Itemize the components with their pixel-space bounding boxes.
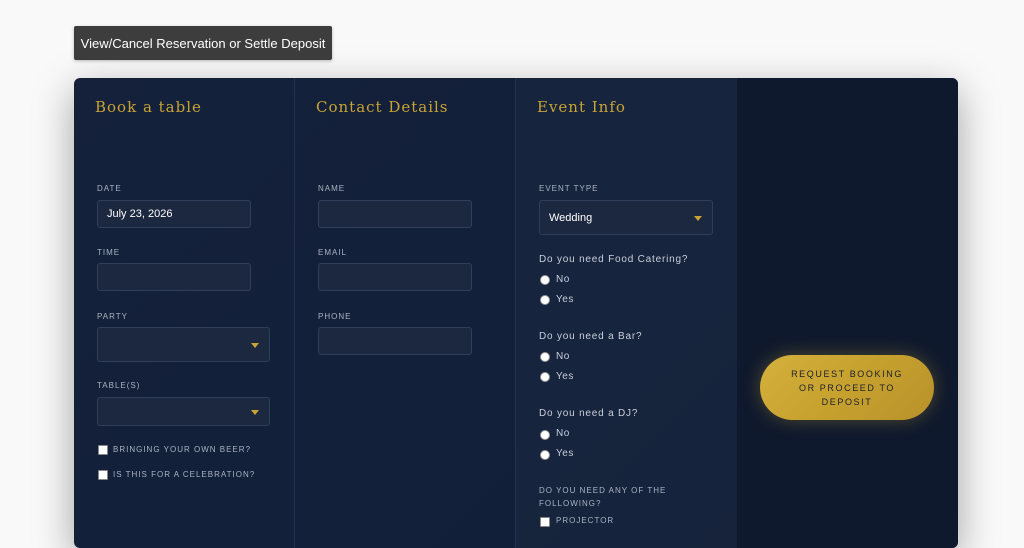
request-booking-button[interactable]: REQUEST BOOKING OR PROCEED TO DEPOSIT: [760, 355, 934, 420]
tables-label: TABLE(S): [97, 381, 141, 390]
projector-label: PROJECTOR: [556, 516, 615, 525]
catering-yes-radio[interactable]: [540, 295, 550, 305]
celebration-checkbox[interactable]: [98, 470, 108, 480]
chevron-down-icon: [694, 215, 702, 221]
catering-question: Do you need Food Catering?: [539, 254, 689, 265]
event-info-title: Event Info: [537, 98, 626, 116]
bar-yes-label: Yes: [556, 371, 574, 382]
chevron-down-icon: [251, 409, 259, 415]
event-type-select[interactable]: Wedding: [539, 200, 713, 235]
chevron-down-icon: [251, 342, 259, 348]
date-label: DATE: [97, 184, 122, 193]
bar-yes-radio[interactable]: [540, 372, 550, 382]
catering-no-label: No: [556, 274, 570, 285]
email-input[interactable]: [318, 263, 472, 291]
book-table-title: Book a table: [95, 98, 202, 116]
bar-no-radio[interactable]: [540, 352, 550, 362]
bar-no-label: No: [556, 351, 570, 362]
name-input[interactable]: [318, 200, 472, 228]
event-type-value: Wedding: [549, 211, 593, 224]
book-table-section: Book a table DATE July 23, 2026 TIME PAR…: [74, 78, 294, 548]
byob-checkbox[interactable]: [98, 445, 108, 455]
email-label: EMAIL: [318, 248, 348, 257]
catering-no-radio[interactable]: [540, 275, 550, 285]
date-input[interactable]: July 23, 2026: [97, 200, 251, 228]
catering-yes-label: Yes: [556, 294, 574, 305]
celebration-label: IS THIS FOR A CELEBRATION?: [113, 470, 256, 479]
contact-details-title: Contact Details: [316, 98, 449, 116]
contact-details-section: Contact Details NAME EMAIL PHONE: [294, 78, 516, 548]
event-type-label: EVENT TYPE: [539, 184, 599, 193]
byob-label: BRINGING YOUR OWN BEER?: [113, 445, 251, 454]
dj-no-radio[interactable]: [540, 430, 550, 440]
booking-panel: Book a table DATE July 23, 2026 TIME PAR…: [74, 78, 958, 548]
party-label: PARTY: [97, 312, 128, 321]
request-booking-label: REQUEST BOOKING OR PROCEED TO DEPOSIT: [791, 368, 903, 407]
name-label: NAME: [318, 184, 346, 193]
time-label: TIME: [97, 248, 121, 257]
following-question: DO YOU NEED ANY OF THE FOLLOWING?: [539, 486, 667, 508]
time-input[interactable]: [97, 263, 251, 291]
projector-checkbox[interactable]: [540, 517, 550, 527]
phone-label: PHONE: [318, 312, 352, 321]
tables-select[interactable]: [97, 397, 270, 426]
dj-question: Do you need a DJ?: [539, 408, 639, 419]
view-cancel-reservation-button[interactable]: View/Cancel Reservation or Settle Deposi…: [74, 26, 332, 60]
party-select[interactable]: [97, 327, 270, 362]
bar-question: Do you need a Bar?: [539, 331, 643, 342]
dj-yes-label: Yes: [556, 448, 574, 459]
dj-yes-radio[interactable]: [540, 450, 550, 460]
phone-input[interactable]: [318, 327, 472, 355]
cta-section: [737, 78, 958, 548]
dj-no-label: No: [556, 428, 570, 439]
event-info-section: Event Info EVENT TYPE Wedding Do you nee…: [515, 78, 738, 548]
